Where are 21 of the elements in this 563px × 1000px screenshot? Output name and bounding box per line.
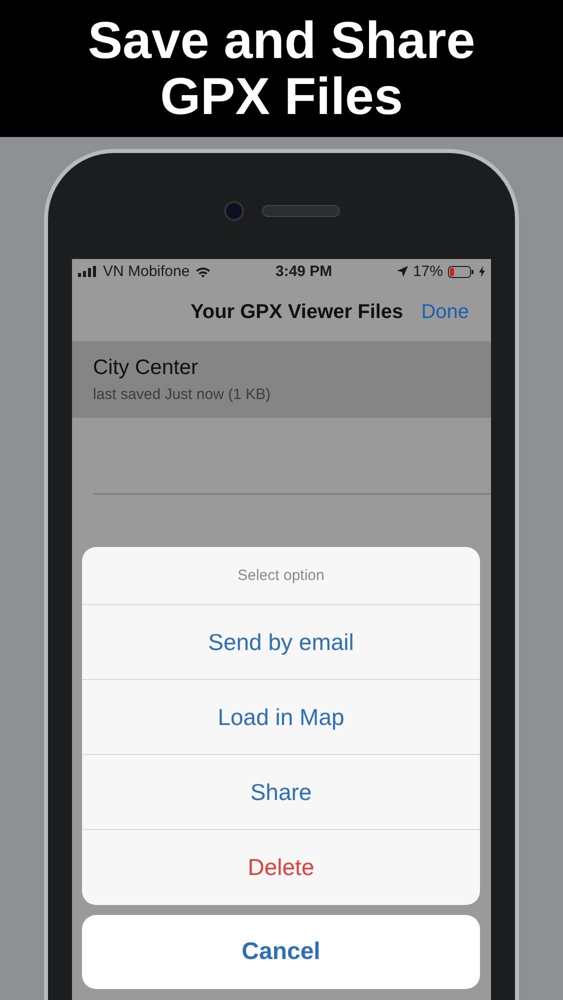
file-details: last saved Just now (1 KB) (93, 386, 272, 403)
sheet-option[interactable]: Load in Map (82, 680, 480, 755)
sheet-title: Select option (82, 547, 480, 605)
sheet-option[interactable]: Send by email (82, 605, 480, 680)
battery-icon (448, 266, 474, 278)
sheet-option[interactable]: Share (82, 755, 480, 830)
file-name: City Center (93, 356, 200, 380)
screen-title: Your GPX Viewer Files (190, 301, 404, 324)
wifi-icon (194, 266, 211, 278)
status-time: 3:49 PM (275, 263, 332, 280)
headline: Save and Share GPX Files (88, 12, 476, 124)
battery-percentage: 17% (412, 263, 443, 280)
carrier-name: VN Mobifone (103, 263, 190, 280)
speaker-icon (262, 205, 340, 217)
file-row[interactable]: City Center last saved Just now (1 KB) (72, 342, 491, 418)
signal-icon (78, 266, 98, 277)
sheet-option[interactable]: Delete (82, 830, 480, 905)
charging-bolt-icon (478, 266, 485, 277)
camera-icon (224, 201, 244, 221)
cancel-button[interactable]: Cancel (82, 915, 480, 989)
location-arrow-icon (396, 266, 408, 277)
